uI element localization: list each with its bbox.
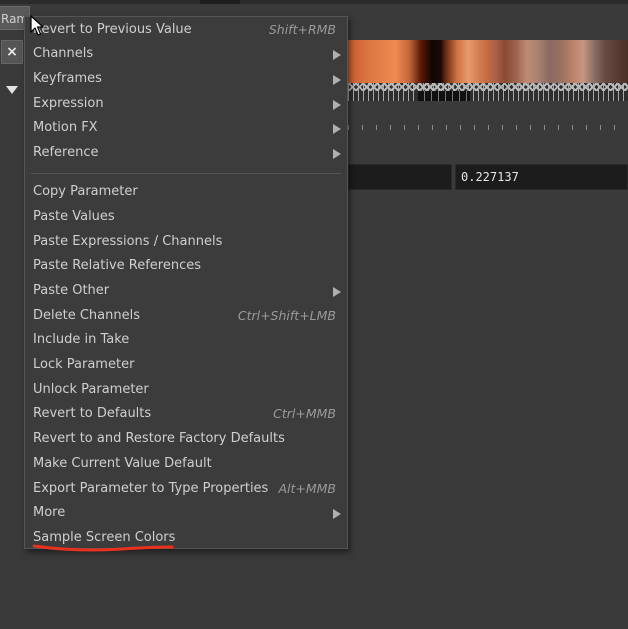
menu-item-label: Export Parameter to Type Properties bbox=[33, 481, 269, 496]
menu-item-export-parameter[interactable]: Export Parameter to Type Properties Alt+… bbox=[25, 477, 347, 501]
menu-item-label: Paste Values bbox=[33, 209, 115, 224]
menu-item-paste-relative-references[interactable]: Paste Relative References bbox=[25, 254, 347, 278]
menu-item-label: Revert to Defaults bbox=[33, 406, 152, 421]
menu-item-shortcut: Shift+RMB bbox=[268, 22, 336, 37]
menu-item-include-in-take[interactable]: Include in Take bbox=[25, 328, 347, 352]
red-underline-annotation bbox=[32, 544, 174, 552]
menu-item-paste-values[interactable]: Paste Values bbox=[25, 205, 347, 229]
menu-item-copy-parameter[interactable]: Copy Parameter bbox=[25, 180, 347, 204]
close-button[interactable]: × bbox=[1, 40, 23, 64]
menu-item-label: Unlock Parameter bbox=[33, 382, 149, 397]
menu-item-label: Reference bbox=[33, 145, 99, 160]
menu-item-shortcut: Alt+MMB bbox=[278, 481, 336, 496]
menu-item-restore-factory-defaults[interactable]: Revert to and Restore Factory Defaults bbox=[25, 427, 347, 451]
ramp-key-cluster bbox=[418, 91, 470, 101]
menu-item-motion-fx[interactable]: Motion FX bbox=[25, 116, 347, 140]
color-ramp[interactable] bbox=[348, 40, 628, 83]
submenu-arrow-icon bbox=[333, 149, 341, 159]
mouse-cursor-icon bbox=[30, 15, 44, 36]
menu-item-keyframes[interactable]: Keyframes bbox=[25, 67, 347, 91]
menu-item-label: Expression bbox=[33, 96, 104, 111]
menu-item-label: Paste Other bbox=[33, 283, 110, 298]
submenu-arrow-icon bbox=[333, 50, 341, 60]
menu-item-label: Make Current Value Default bbox=[33, 456, 212, 471]
menu-item-revert-defaults[interactable]: Revert to Defaults Ctrl+MMB bbox=[25, 402, 347, 426]
menu-item-label: Channels bbox=[33, 46, 94, 61]
ramp-key-markers[interactable] bbox=[348, 83, 628, 101]
menu-item-label: Revert to Previous Value bbox=[33, 22, 192, 37]
menu-item-shortcut: Ctrl+MMB bbox=[273, 406, 336, 421]
menu-item-label: Revert to and Restore Factory Defaults bbox=[33, 431, 285, 446]
top-bar-stub bbox=[200, 0, 240, 4]
menu-item-unlock-parameter[interactable]: Unlock Parameter bbox=[25, 378, 347, 402]
menu-item-label: Paste Relative References bbox=[33, 258, 202, 273]
collapse-arrow-icon[interactable] bbox=[6, 86, 18, 94]
menu-item-expression[interactable]: Expression bbox=[25, 92, 347, 116]
ramp-value-field[interactable]: 0.227137 bbox=[455, 164, 628, 190]
menu-item-label: Motion FX bbox=[33, 120, 98, 135]
menu-item-label: Lock Parameter bbox=[33, 357, 135, 372]
submenu-arrow-icon bbox=[333, 509, 341, 519]
menu-item-label: Sample Screen Colors bbox=[33, 530, 176, 545]
menu-item-label: Copy Parameter bbox=[33, 184, 138, 199]
menu-item-more[interactable]: More bbox=[25, 501, 347, 525]
menu-item-label: Delete Channels bbox=[33, 308, 140, 323]
submenu-arrow-icon bbox=[333, 124, 341, 134]
top-bar bbox=[0, 0, 628, 4]
menu-item-label: More bbox=[33, 505, 66, 520]
menu-item-lock-parameter[interactable]: Lock Parameter bbox=[25, 353, 347, 377]
menu-item-make-default[interactable]: Make Current Value Default bbox=[25, 452, 347, 476]
submenu-arrow-icon bbox=[333, 75, 341, 85]
menu-item-delete-channels[interactable]: Delete Channels Ctrl+Shift+LMB bbox=[25, 304, 347, 328]
menu-item-label: Paste Expressions / Channels bbox=[33, 234, 223, 249]
submenu-arrow-icon bbox=[333, 287, 341, 297]
menu-item-label: Keyframes bbox=[33, 71, 102, 86]
ramp-position-field[interactable] bbox=[348, 164, 452, 190]
menu-item-channels[interactable]: Channels bbox=[25, 42, 347, 66]
submenu-arrow-icon bbox=[333, 100, 341, 110]
menu-item-reference[interactable]: Reference bbox=[25, 141, 347, 165]
parameter-context-menu: Revert to Previous Value Shift+RMB Chann… bbox=[24, 16, 348, 549]
menu-item-shortcut: Ctrl+Shift+LMB bbox=[237, 308, 336, 323]
menu-item-paste-expressions[interactable]: Paste Expressions / Channels bbox=[25, 230, 347, 254]
menu-separator bbox=[31, 173, 341, 174]
menu-item-paste-other[interactable]: Paste Other bbox=[25, 279, 347, 303]
menu-item-label: Include in Take bbox=[33, 332, 130, 347]
menu-item-revert-previous[interactable]: Revert to Previous Value Shift+RMB bbox=[25, 18, 347, 42]
ramp-position-ticks bbox=[348, 122, 628, 132]
